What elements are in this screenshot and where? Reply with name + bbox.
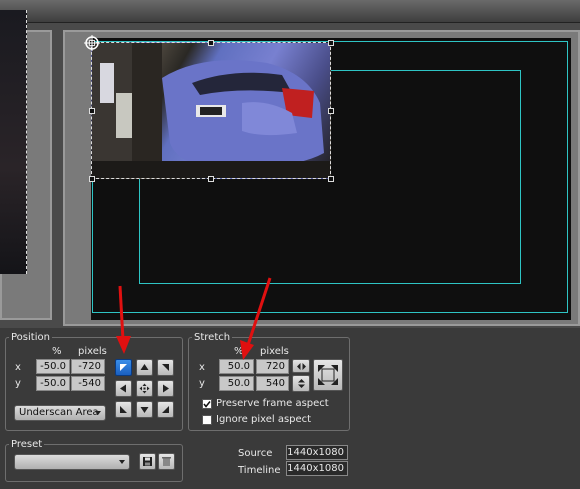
annotation-arrow-stretch xyxy=(240,277,272,360)
annotation-overlay xyxy=(116,277,272,360)
annotation-arrow-position xyxy=(116,285,131,354)
